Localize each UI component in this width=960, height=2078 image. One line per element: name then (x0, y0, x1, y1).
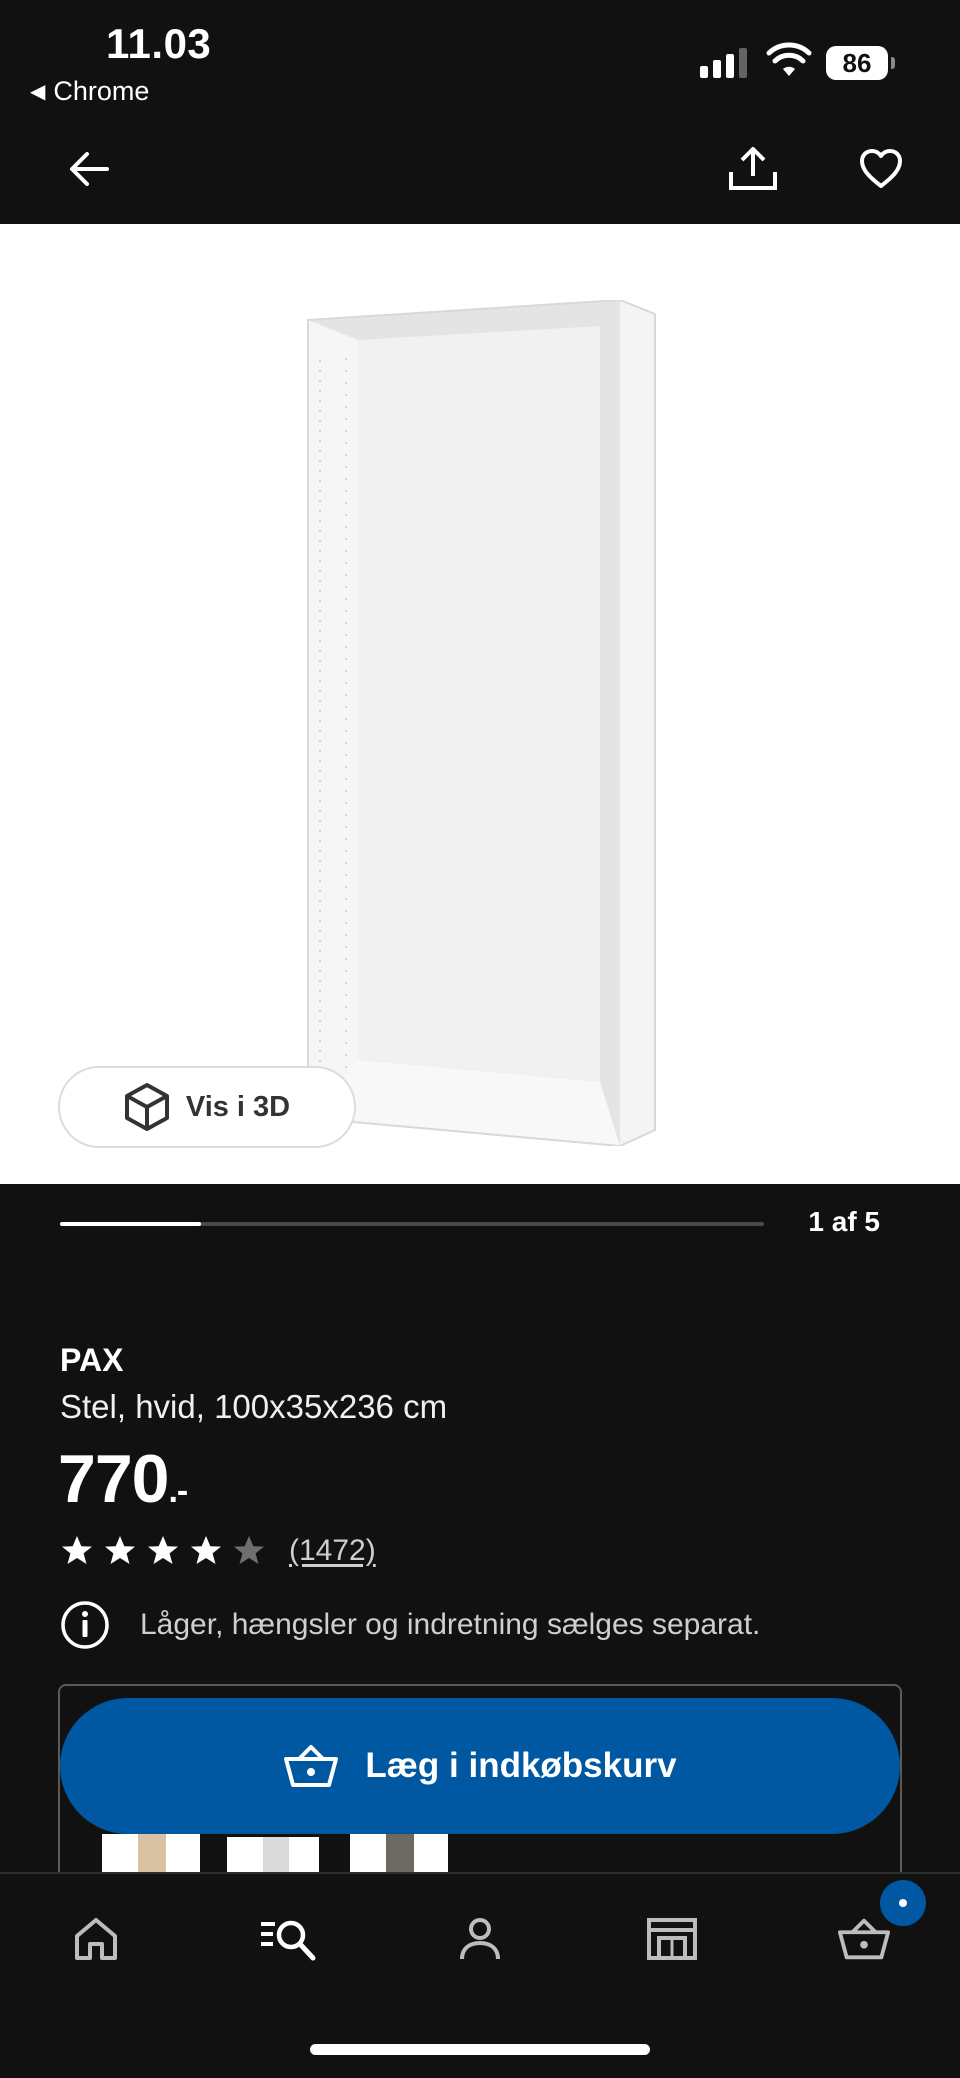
back-to-app-link[interactable]: ◀ Chrome (30, 76, 149, 107)
view-in-3d-button[interactable]: Vis i 3D (58, 1066, 356, 1148)
tab-home[interactable] (56, 1904, 136, 1974)
cart-badge (880, 1880, 926, 1926)
product-image-pax-frame (307, 300, 656, 1146)
product-rating[interactable]: (1472) (60, 1534, 376, 1568)
star-filled-icon (62, 1536, 92, 1564)
star-empty-icon (234, 1536, 264, 1564)
basket-icon (837, 1918, 891, 1960)
heart-icon (860, 149, 902, 188)
back-app-label: Chrome (53, 76, 150, 106)
back-triangle-icon: ◀ (30, 81, 46, 103)
product-description: Stel, hvid, 100x35x236 cm (60, 1388, 448, 1425)
gallery-progress-fill (60, 1222, 201, 1226)
cellular-signal-icon (700, 46, 747, 78)
wifi-icon (766, 42, 812, 76)
tab-search[interactable] (248, 1904, 328, 1974)
add-to-cart-button[interactable]: Læg i indkøbskurv (60, 1698, 900, 1834)
add-to-cart-label: Læg i indkøbskurv (365, 1746, 677, 1785)
view-in-3d-label: Vis i 3D (185, 1090, 291, 1123)
star-filled-icon (191, 1536, 221, 1564)
product-price: 770.- (58, 1440, 188, 1518)
profile-icon (460, 1918, 500, 1960)
share-button[interactable] (718, 134, 788, 204)
back-button[interactable] (54, 134, 124, 204)
battery-indicator: 86 (826, 46, 895, 80)
back-arrow-icon (70, 152, 109, 186)
rating-stars (60, 1534, 266, 1568)
gallery-counter: 1 af 5 (808, 1206, 880, 1237)
home-indicator (310, 2044, 650, 2055)
basket-icon (284, 1745, 339, 1787)
tab-profile[interactable] (440, 1904, 520, 1974)
status-bar: 11.03 ◀ Chrome 86 (0, 0, 960, 110)
tab-store[interactable] (632, 1904, 712, 1974)
store-icon (647, 1918, 697, 1960)
cube-3d-icon (124, 1083, 169, 1131)
share-icon (729, 147, 777, 190)
notice-text: Låger, hængsler og indretning sælges sep… (140, 1608, 761, 1641)
review-count-link[interactable]: (1472) (289, 1534, 376, 1568)
product-name: PAX (60, 1342, 124, 1378)
top-navigation (0, 110, 960, 224)
status-time: 11.03 (106, 20, 212, 67)
star-filled-icon (105, 1536, 135, 1564)
search-list-icon (261, 1920, 316, 1961)
product-notice: Låger, hængsler og indretning sælges sep… (60, 1600, 760, 1650)
info-icon (61, 1601, 109, 1649)
favorite-button[interactable] (846, 134, 916, 204)
cart-badge-dot (899, 1899, 907, 1907)
product-image-gallery[interactable]: Vis i 3D (0, 224, 960, 1184)
star-filled-icon (148, 1536, 178, 1564)
gallery-progress-bar (60, 1222, 764, 1226)
home-icon (75, 1918, 117, 1960)
price-integer: 770 (58, 1441, 169, 1517)
price-decimal: .- (168, 1472, 188, 1510)
